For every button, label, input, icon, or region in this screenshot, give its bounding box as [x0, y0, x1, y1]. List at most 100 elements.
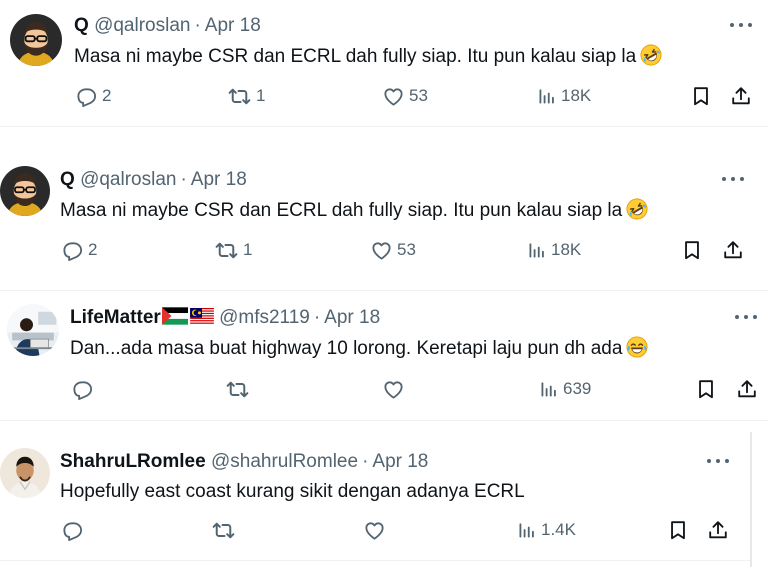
separator-dot: · [362, 451, 369, 472]
reply-button[interactable] [61, 518, 88, 542]
avatar[interactable] [7, 304, 59, 356]
more-dots-icon [730, 23, 734, 27]
heart-icon [382, 378, 405, 401]
more-dots-icon [735, 315, 739, 319]
bar-chart-icon [527, 240, 547, 260]
author-name[interactable]: ShahruLRomlee [60, 451, 206, 472]
heart-icon [382, 85, 405, 108]
view-count: 18K [551, 240, 582, 259]
tweet-text: Hopefully east coast kurang sikit dengan… [60, 480, 525, 504]
repost-button[interactable]: 1 [227, 84, 265, 108]
tweet[interactable]: LifeMatter @mfs2119 · Apr 18 Dan...ada mas… [0, 292, 768, 418]
view-count: 639 [563, 379, 592, 398]
views-button[interactable]: 18K [537, 84, 591, 108]
separator-dot: · [180, 169, 187, 190]
like-button[interactable]: 53 [382, 84, 428, 108]
avatar[interactable] [0, 166, 50, 216]
author-handle[interactable]: @qalroslan [94, 15, 190, 36]
share-button[interactable] [707, 518, 729, 542]
more-dots-icon [722, 177, 726, 181]
reply-count: 2 [102, 86, 112, 105]
palestine-flag [162, 307, 188, 325]
avatar[interactable] [10, 14, 62, 66]
divider [0, 126, 768, 127]
tweet[interactable]: Q @qalroslan · Apr 18 Masa ni maybe CSR da… [0, 0, 768, 126]
avatar[interactable] [0, 448, 50, 498]
bookmark-button[interactable] [690, 84, 712, 108]
tweet-text-content: Hopefully east coast kurang sikit dengan… [60, 481, 525, 502]
rolling-laughing-emoji [640, 44, 662, 66]
more-options-button[interactable] [730, 20, 752, 30]
tears-of-joy-emoji [626, 336, 648, 358]
view-count: 18K [561, 86, 592, 105]
reply-button[interactable]: 2 [61, 238, 97, 262]
bar-chart-icon [539, 379, 559, 399]
heart-icon [370, 239, 393, 262]
like-button[interactable] [382, 377, 409, 401]
more-options-button[interactable] [722, 174, 744, 184]
bookmark-button[interactable] [667, 518, 689, 542]
divider [0, 420, 768, 421]
repost-arrows-icon [227, 84, 252, 109]
author-handle[interactable]: @shahrulRomlee [211, 451, 358, 472]
tweet-text: Masa ni maybe CSR dan ECRL dah fully sia… [60, 198, 648, 223]
share-button[interactable] [730, 84, 752, 108]
more-options-button[interactable] [707, 456, 729, 466]
bookmark-button[interactable] [681, 238, 703, 262]
share-upload-icon [736, 378, 758, 400]
tweet-text: Dan...ada masa buat highway 10 lorong. K… [70, 336, 648, 361]
share-upload-icon [707, 519, 729, 541]
share-button[interactable] [722, 238, 744, 262]
post-date[interactable]: Apr 18 [324, 307, 380, 328]
author-handle[interactable]: @qalroslan [80, 169, 176, 190]
repost-count: 1 [243, 240, 253, 259]
tweet-header: Q @qalroslan · Apr 18 [74, 14, 261, 38]
tweet[interactable]: ShahruLRomlee @shahrulRomlee · Apr 18 Hope… [0, 434, 750, 560]
tweet-text-content: Dan...ada masa buat highway 10 lorong. K… [70, 338, 623, 359]
post-date[interactable]: Apr 18 [191, 169, 247, 190]
views-button[interactable]: 18K [527, 238, 581, 262]
author-name[interactable]: Q [60, 169, 75, 190]
reply-count: 2 [88, 240, 98, 259]
views-button[interactable]: 1.4K [517, 518, 576, 542]
repost-button[interactable]: 1 [214, 238, 252, 262]
separator-dot: · [313, 307, 321, 328]
separator-dot: · [194, 15, 201, 36]
tweet-text-content: Masa ni maybe CSR dan ECRL dah fully sia… [60, 200, 623, 221]
author-handle[interactable]: @mfs2119 [219, 307, 310, 328]
share-upload-icon [722, 239, 744, 261]
tweet-header: Q @qalroslan · Apr 18 [60, 168, 247, 192]
tweet-text-content: Masa ni maybe CSR dan ECRL dah fully sia… [74, 46, 637, 67]
tweet-header: ShahruLRomlee @shahrulRomlee · Apr 18 [60, 450, 428, 474]
divider [0, 290, 768, 291]
repost-arrows-icon [211, 518, 236, 543]
bar-chart-icon [517, 520, 537, 540]
repost-count: 1 [256, 86, 266, 105]
author-name[interactable]: LifeMatter [70, 307, 161, 328]
post-date[interactable]: Apr 18 [205, 15, 261, 36]
views-button[interactable]: 639 [539, 377, 591, 401]
like-button[interactable] [363, 518, 390, 542]
reply-button[interactable]: 2 [75, 84, 111, 108]
repost-button[interactable] [225, 377, 254, 401]
repost-button[interactable] [211, 518, 240, 542]
tweet-header: LifeMatter @mfs2119 · Apr 18 [70, 306, 380, 330]
like-button[interactable]: 53 [370, 238, 416, 262]
bookmark-button[interactable] [695, 377, 717, 401]
malaysia-flag [190, 308, 214, 325]
more-options-button[interactable] [735, 312, 757, 322]
speech-bubble-icon [71, 378, 94, 401]
tweet[interactable]: Q @qalroslan · Apr 18 Masa ni maybe CSR da… [0, 150, 768, 290]
repost-arrows-icon [214, 238, 239, 263]
reply-button[interactable] [71, 377, 98, 401]
bar-chart-icon [537, 86, 557, 106]
share-upload-icon [730, 85, 752, 107]
bookmark-icon [667, 518, 689, 542]
view-count: 1.4K [541, 520, 576, 539]
share-button[interactable] [736, 377, 758, 401]
speech-bubble-icon [61, 239, 84, 262]
more-dots-icon [707, 459, 711, 463]
post-date[interactable]: Apr 18 [372, 451, 428, 472]
author-name[interactable]: Q [74, 15, 89, 36]
bookmark-icon [695, 377, 717, 401]
